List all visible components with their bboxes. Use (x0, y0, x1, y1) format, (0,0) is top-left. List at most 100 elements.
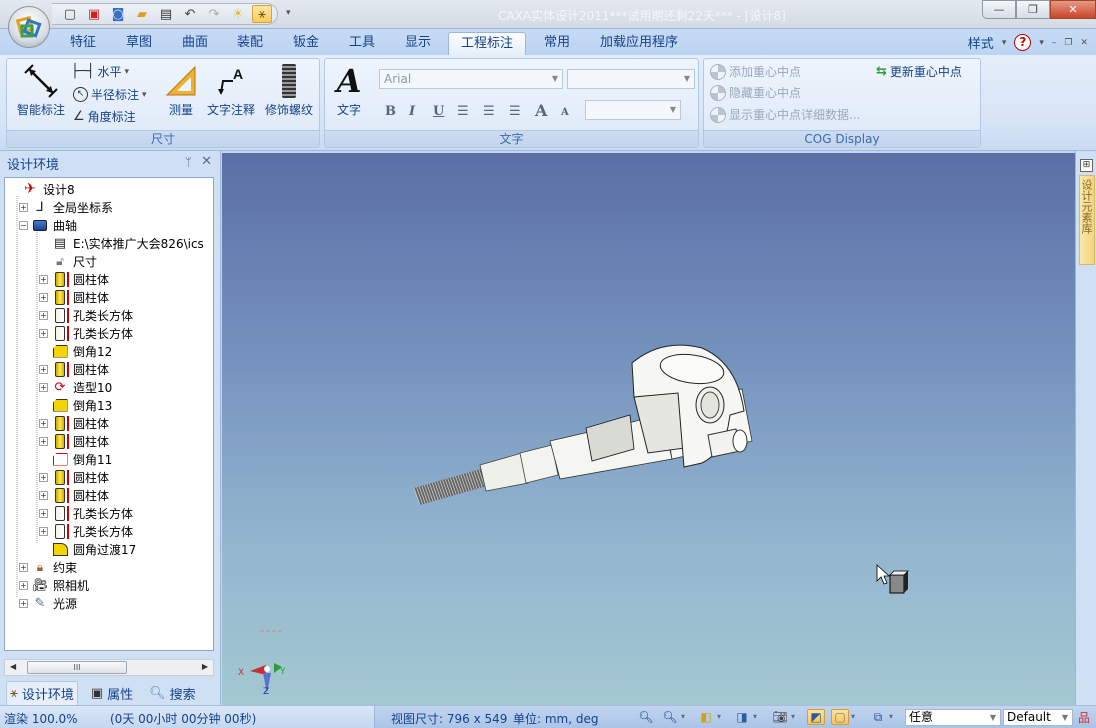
tab-properties[interactable]: ▣ 属性 (88, 681, 136, 706)
tab-design-environment[interactable]: ⚹ 设计环境 (6, 681, 78, 706)
scroll-thumb[interactable]: III (27, 661, 127, 674)
update-cog-button[interactable]: ⇆ 更新重心中点 (876, 63, 962, 80)
expand-icon[interactable]: + (39, 292, 48, 302)
angle-dim-button[interactable]: ∠ 角度标注 (73, 108, 136, 125)
tree-horizontal-scrollbar[interactable]: ◀ III ▶ (4, 659, 214, 676)
grow-font-button[interactable]: A (535, 101, 547, 120)
expand-icon[interactable]: + (39, 310, 48, 320)
style-dropdown-icon[interactable]: ▾ (1002, 38, 1007, 48)
tree-item[interactable]: + 圆柱体 (39, 288, 109, 306)
camera-dropdown-icon[interactable]: ▾ (791, 712, 795, 721)
new-drawing-icon[interactable]: ▣ (84, 5, 104, 23)
tree-item[interactable]: + 孔类长方体 (39, 324, 133, 342)
measure-button[interactable]: 测量 (163, 61, 199, 118)
view-orient-dropdown-icon[interactable]: ▾ (717, 712, 721, 721)
tab-engineering-annotation[interactable]: 工程标注 (448, 32, 527, 56)
tree-item[interactable]: + 圆柱体 (39, 414, 109, 432)
italic-button[interactable]: I (409, 104, 415, 119)
tree-item[interactable]: 倒角12 (39, 342, 112, 360)
tab-tools[interactable]: 工具 (337, 32, 387, 56)
expand-icon[interactable]: + (39, 382, 48, 392)
tree-item[interactable]: + 孔类长方体 (39, 306, 133, 324)
panel-close-icon[interactable]: ✕ (201, 154, 212, 169)
text-annotation-button[interactable]: A 文字注释 (203, 61, 259, 118)
expand-icon[interactable]: + (39, 472, 48, 482)
tree-item[interactable]: 🔓︎ 尺寸 (39, 252, 97, 270)
tree-item[interactable]: + ⅃ 全局坐标系 (19, 198, 113, 216)
font-name-select[interactable]: Arial ▼ (379, 69, 563, 89)
tree-item[interactable]: − 曲轴 (19, 216, 77, 234)
collapse-icon[interactable]: − (19, 220, 28, 230)
3d-viewport[interactable]: X Y Z (222, 153, 1075, 705)
tree-item[interactable]: + 圆柱体 (39, 360, 109, 378)
expand-icon[interactable]: + (19, 202, 28, 212)
tree-item[interactable]: ✈ 设计8 (9, 180, 75, 198)
view-orient-icon[interactable]: ◧ (697, 709, 715, 725)
align-center-icon[interactable]: ☰ (483, 104, 495, 119)
tree-item[interactable]: + 圆柱体 (39, 486, 109, 504)
text-style-select[interactable]: ▼ (585, 100, 681, 120)
shrink-font-button[interactable]: A (561, 107, 569, 118)
tree-item[interactable]: + 圆柱体 (39, 432, 109, 450)
hide-cog-button[interactable]: 隐藏重心中点 (710, 84, 801, 101)
tab-display[interactable]: 显示 (393, 32, 443, 56)
camera-icon[interactable]: 📷︎ (771, 709, 789, 725)
zoom-window-icon[interactable]: 🔍︎ (637, 709, 655, 725)
font-size-select[interactable]: ▼ (567, 69, 695, 89)
cosmetic-thread-button[interactable]: 修饰螺纹 (261, 61, 317, 118)
tree-item[interactable]: 倒角11 (39, 450, 112, 468)
light-icon[interactable]: ☀ (228, 5, 248, 23)
tree-item[interactable]: 圆角过渡17 (39, 540, 136, 558)
expand-icon[interactable]: + (39, 490, 48, 500)
zoom-dropdown-icon[interactable]: ▾ (681, 712, 685, 721)
open-folder-icon[interactable]: ▰ (132, 5, 152, 23)
select-mode-dropdown[interactable]: 任意 ▼ (905, 709, 1001, 726)
doc-close-icon[interactable]: ✕ (1080, 38, 1088, 48)
expand-icon[interactable]: + (19, 562, 28, 572)
help-dropdown-icon[interactable]: ▾ (1039, 38, 1044, 48)
expand-icon[interactable]: + (19, 598, 28, 608)
tree-item[interactable]: ▤ E:\实体推广大会826\ics (39, 234, 204, 252)
doc-minimize-icon[interactable]: – (1052, 38, 1057, 48)
tab-assembly[interactable]: 装配 (225, 32, 275, 56)
horizontal-dim-button[interactable]: ├─┤ 水平 ▾ (71, 63, 129, 80)
tree-item[interactable]: + 圆柱体 (39, 270, 109, 288)
qat-more-dropdown[interactable]: ▾ (286, 8, 291, 18)
standard-view-icon[interactable]: ◨ (733, 709, 751, 725)
text-button[interactable]: A 文字 (331, 61, 367, 118)
horizontal-dropdown-icon[interactable]: ▾ (125, 67, 130, 77)
tab-common[interactable]: 常用 (532, 32, 582, 56)
expand-icon[interactable]: + (39, 436, 48, 446)
style-menu[interactable]: 样式 (968, 33, 994, 52)
restore-button[interactable]: ❐ (1016, 0, 1050, 19)
design-tree-icon[interactable]: ⚹ (252, 5, 272, 23)
tree-item[interactable]: + 孔类长方体 (39, 522, 133, 540)
network-tree-icon[interactable]: 品 (1075, 709, 1093, 725)
radius-dropdown-icon[interactable]: ▾ (142, 90, 147, 100)
tree-item[interactable]: + ⟳ 造型10 (39, 378, 112, 396)
style-dropdown[interactable]: Default ▼ (1003, 709, 1073, 726)
tree-item[interactable]: + 🎥︎ 照相机 (19, 576, 89, 594)
tree-item[interactable]: + ✎ 光源 (19, 594, 77, 612)
tree-item[interactable]: + 🔒︎ 约束 (19, 558, 77, 576)
show-cog-details-button[interactable]: 显示重心中点详细数据... (710, 106, 860, 123)
expand-icon[interactable]: + (39, 508, 48, 518)
tab-feature[interactable]: 特征 (58, 32, 108, 56)
tab-sheetmetal[interactable]: 钣金 (281, 32, 331, 56)
doc-restore-icon[interactable]: ❐ (1064, 38, 1072, 48)
save-icon[interactable]: ▤ (156, 5, 176, 23)
scroll-left-icon[interactable]: ◀ (10, 662, 16, 671)
selection-filter-icon[interactable]: ⧉ (869, 709, 887, 725)
help-icon[interactable]: ? (1014, 34, 1032, 51)
add-cog-button[interactable]: 添加重心中点 (710, 63, 801, 80)
zoom-icon[interactable]: 🔍︎ (661, 709, 679, 725)
align-right-icon[interactable]: ☰ (509, 104, 521, 119)
shaded-mode-icon[interactable]: ◩ (807, 709, 825, 725)
tab-load-applications[interactable]: 加载应用程序 (588, 32, 690, 56)
new-icon[interactable]: ▢ (60, 5, 80, 23)
expand-icon[interactable]: + (39, 274, 48, 284)
tree-item[interactable]: + 孔类长方体 (39, 504, 133, 522)
design-element-library-tab[interactable]: 设计元素库 (1079, 175, 1095, 265)
crankshaft-model[interactable] (413, 344, 753, 506)
undo-icon[interactable]: ↶ (180, 5, 200, 23)
